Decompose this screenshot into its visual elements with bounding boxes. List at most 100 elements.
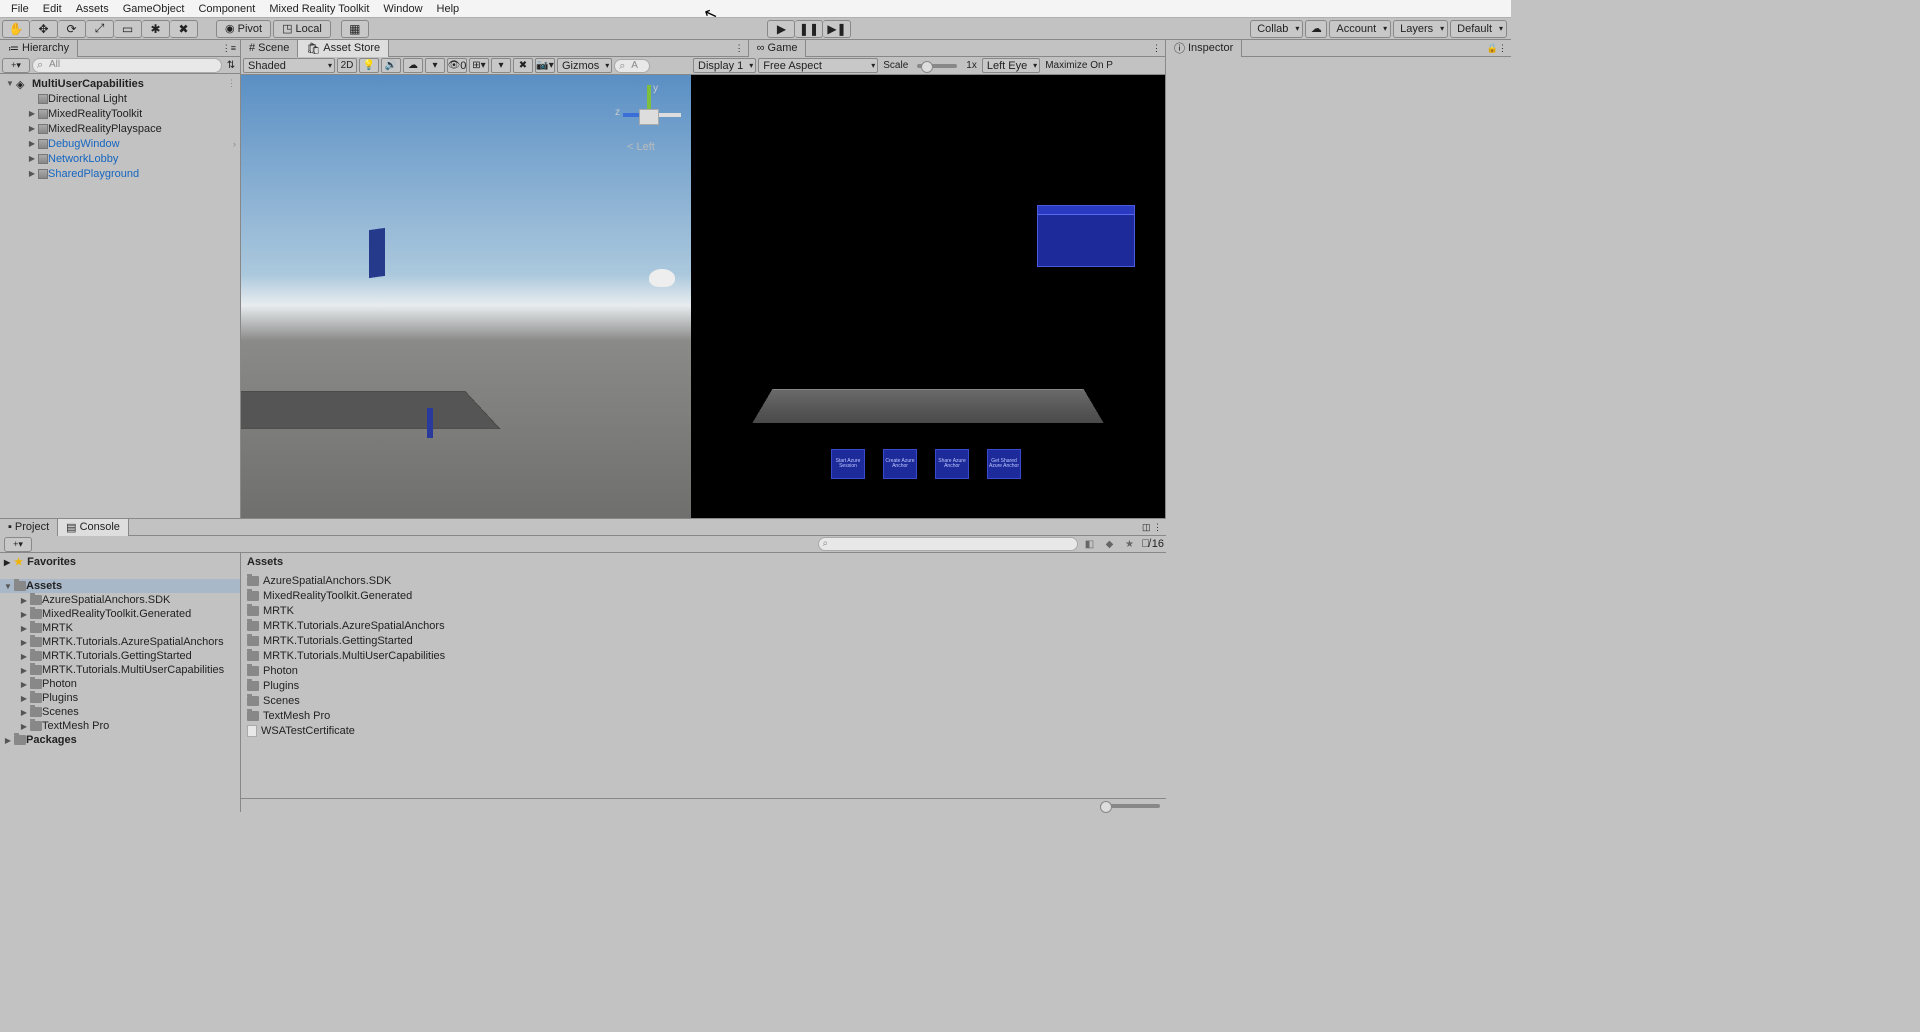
game-tab[interactable]: ∞Game [748,40,807,57]
project-panel-menu[interactable]: ◫ ⋮ [1138,522,1166,533]
project-folder[interactable]: MRTK.Tutorials.MultiUserCapabilities [0,663,240,677]
asset-item[interactable]: AzureSpatialAnchors.SDK [247,573,1160,588]
project-folder[interactable]: MRTK.Tutorials.GettingStarted [0,649,240,663]
game-panel-menu[interactable]: ⋮ [1148,43,1165,54]
gizmo-y-axis[interactable] [647,85,651,109]
expand-icon[interactable] [18,652,30,661]
account-dropdown[interactable]: Account [1329,20,1391,38]
project-create[interactable]: +▾ [4,537,32,552]
context-icon[interactable]: ⋮ [227,78,236,89]
hierarchy-item[interactable]: SharedPlayground [0,166,240,181]
thumbnail-size-slider[interactable] [1100,804,1160,808]
light-toggle[interactable]: 💡 [359,58,379,73]
inspector-tab[interactable]: ⓘInspector [1166,40,1242,57]
project-search[interactable] [818,537,1078,551]
layout-dropdown[interactable]: Default [1450,20,1507,38]
expand-icon[interactable] [26,154,38,163]
collab-dropdown[interactable]: Collab [1250,20,1303,38]
project-tab[interactable]: ▪Project [0,519,58,536]
menu-assets[interactable]: Assets [69,1,116,17]
eye-dropdown[interactable]: Left Eye [982,58,1040,73]
move-tool[interactable]: ✥ [30,20,58,38]
expand-icon[interactable] [18,694,30,703]
project-folder[interactable]: MixedRealityToolkit.Generated [0,607,240,621]
snap-button[interactable]: ▦ [341,20,369,38]
inspector-lock-icon[interactable]: 🔒⋮ [1483,43,1511,54]
hierarchy-item[interactable]: DebugWindow› [0,136,240,151]
scene-viewport[interactable]: < Left [241,75,691,518]
local-toggle[interactable]: ◳Local [273,20,331,38]
play-button[interactable]: ▶ [767,20,795,38]
gizmo-x-axis[interactable] [659,113,681,117]
expand-icon[interactable] [18,666,30,675]
cam-dropdown[interactable]: 📷▾ [535,58,555,73]
hierarchy-item[interactable]: MixedRealityToolkit [0,106,240,121]
project-folder[interactable]: TextMesh Pro [0,719,240,733]
hidden-count[interactable]: 👁̸16 [1142,538,1165,550]
expand-icon[interactable] [18,708,30,717]
breadcrumb[interactable]: Assets [241,553,1166,571]
expand-icon[interactable] [4,79,16,88]
project-folder[interactable]: Photon [0,677,240,691]
gizmo-z-axis[interactable] [623,113,639,117]
grid-toggle[interactable]: ⊞▾ [469,58,489,73]
asset-item[interactable]: WSATestCertificate [247,723,1160,738]
filter-by-label-icon[interactable]: ◆ [1102,537,1118,551]
rect-tool[interactable]: ▭ [114,20,142,38]
expand-icon[interactable] [26,169,38,178]
asset-item[interactable]: MRTK.Tutorials.AzureSpatialAnchors [247,618,1160,633]
menu-component[interactable]: Component [191,1,262,17]
2d-toggle[interactable]: 2D [337,58,357,73]
panel-menu-icon[interactable]: ⋮≡ [218,43,240,54]
pivot-toggle[interactable]: ◉Pivot [216,20,271,38]
expand-icon[interactable] [26,139,38,148]
create-dropdown[interactable]: +▾ [2,58,30,73]
pause-button[interactable]: ❚❚ [795,20,823,38]
scale-slider[interactable] [917,64,957,68]
item-overrides-icon[interactable]: › [233,139,236,149]
scene-root[interactable]: ◈ MultiUserCapabilities ⋮ [0,76,240,91]
orientation-gizmo[interactable]: < Left [617,85,681,165]
expand-icon[interactable] [18,638,30,647]
asset-item[interactable]: Photon [247,663,1160,678]
expand-icon[interactable] [18,680,30,689]
display-dropdown[interactable]: Display 1 [693,58,756,73]
project-folder[interactable]: MRTK.Tutorials.AzureSpatialAnchors [0,635,240,649]
asset-item[interactable]: MRTK.Tutorials.MultiUserCapabilities [247,648,1160,663]
gizmo-cube[interactable] [639,109,659,125]
custom-tool[interactable]: ✖ [170,20,198,38]
hierarchy-item[interactable]: Directional Light [0,91,240,106]
shading-dropdown[interactable]: Shaded [243,58,335,73]
project-folder[interactable]: Scenes [0,705,240,719]
asset-item[interactable]: MRTK [247,603,1160,618]
filter-by-type-icon[interactable]: ◧ [1082,537,1098,551]
scene-tab[interactable]: #Scene [241,40,298,57]
assets-root[interactable]: Assets [0,579,240,593]
layers-dropdown[interactable]: Layers [1393,20,1448,38]
assetstore-tab[interactable]: 🛍Asset Store [298,40,389,57]
project-folder[interactable]: MRTK [0,621,240,635]
scene-search[interactable]: A [614,59,650,73]
hierarchy-item[interactable]: MixedRealityPlayspace [0,121,240,136]
menu-gameobject[interactable]: GameObject [116,1,192,17]
expand-icon[interactable] [18,596,30,605]
expand-icon[interactable] [18,610,30,619]
fx-toggle[interactable]: ☁ [403,58,423,73]
gizmos-dropdown[interactable]: Gizmos [557,58,612,73]
hand-tool[interactable]: ✋ [2,20,30,38]
expand-icon[interactable] [26,124,38,133]
favorites-header[interactable]: ▶★Favorites [0,555,240,569]
save-search-icon[interactable]: ★ [1122,537,1138,551]
asset-item[interactable]: MixedRealityToolkit.Generated [247,588,1160,603]
asset-item[interactable]: Plugins [247,678,1160,693]
audio-toggle[interactable]: 🔊 [381,58,401,73]
transform-tool[interactable]: ✱ [142,20,170,38]
hidden-count[interactable]: 👁0 [447,58,467,73]
expand-icon[interactable] [2,582,14,591]
menu-mrtk[interactable]: Mixed Reality Toolkit [262,1,376,17]
menu-file[interactable]: File [4,1,36,17]
scene-panel-menu[interactable]: ⋮ [731,43,748,54]
hierarchy-tab[interactable]: ≔Hierarchy [0,40,78,57]
menu-help[interactable]: Help [430,1,467,17]
console-tab[interactable]: ▤Console [58,519,129,536]
